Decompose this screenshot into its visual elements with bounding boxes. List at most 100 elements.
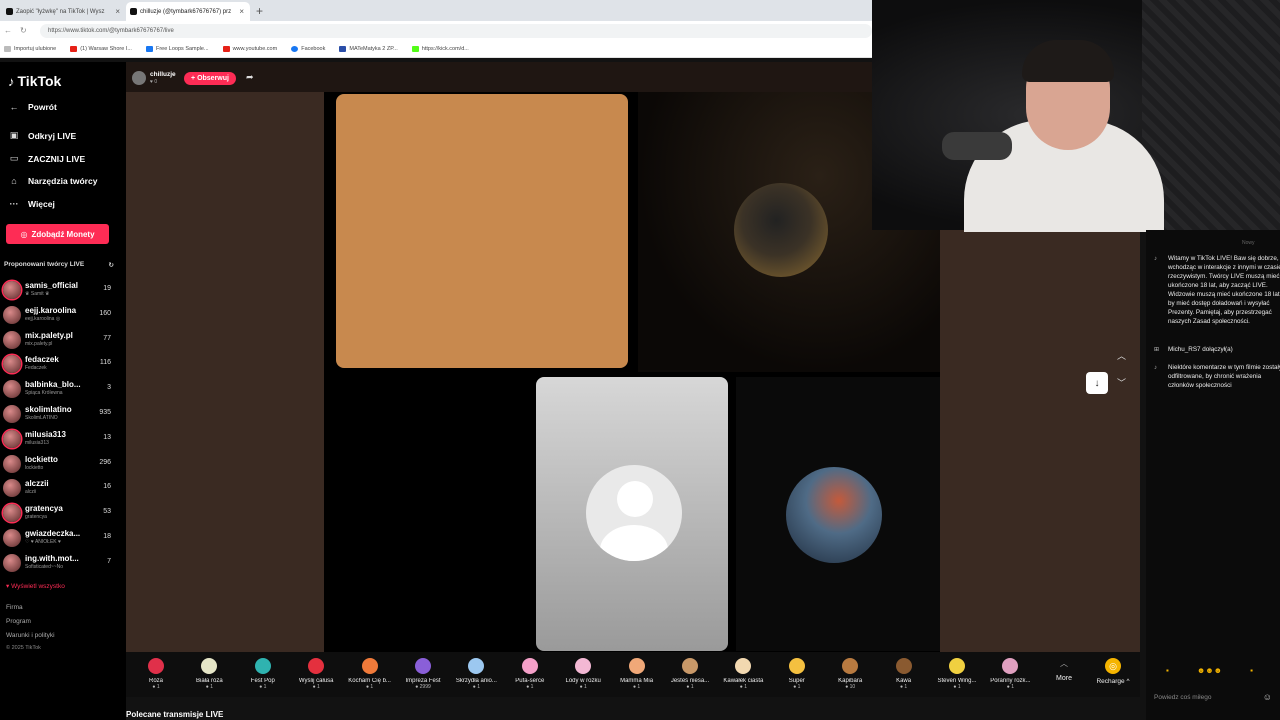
browser-tab-active[interactable]: chilluzje (@tymbark67676767) prz × (126, 2, 250, 21)
footer-program[interactable]: Program (6, 618, 31, 625)
stream-topbar: chilluzje ♥ 0 + Obserwuj ➦ (126, 62, 872, 92)
creator-nickname: Śpiąca Królewna (25, 390, 63, 397)
gift-item[interactable]: Kocham Cię b... ● 1 (345, 656, 395, 694)
bookmark[interactable]: Facebook (291, 45, 325, 52)
back-link[interactable]: ← Powrót (8, 102, 57, 112)
gift-item[interactable]: Kawałek ciasta ● 1 (718, 656, 768, 694)
gift-item[interactable]: Fest Pop ● 1 (238, 656, 288, 694)
gift-item[interactable]: Pufa-serce ● 1 (505, 656, 555, 694)
creator-item[interactable]: eejj.karoolina eejj.karoolina ◎ 160 (3, 304, 115, 326)
creator-item[interactable]: milusia313 milusia313 13 (3, 428, 115, 450)
avatar (3, 330, 21, 349)
bookmarks-bar: Importuj ulubione (1) Warsaw Shore I... … (0, 40, 872, 58)
gift-icon (895, 658, 912, 674)
bookmark[interactable]: https://kick.com/d... (411, 45, 469, 52)
gift-item[interactable]: Kawa ● 1 (879, 656, 929, 694)
bookmark[interactable]: (1) Warsaw Shore I... (70, 45, 132, 52)
creator-name: lockietto (25, 454, 58, 464)
gift-item[interactable]: Kapibara ● 10 (825, 656, 875, 694)
gift-item[interactable]: Jesteś niesa... ● 1 (665, 656, 715, 694)
avatar (3, 380, 21, 399)
get-coins-button[interactable]: ◎ Zdobądź Monety (6, 224, 109, 244)
tiktok-note-icon: ♪ (8, 73, 15, 89)
gift-item[interactable]: Super ● 1 (772, 656, 822, 694)
back-icon[interactable]: ← (4, 26, 12, 35)
chevron-up-icon[interactable]: ︿ (1117, 349, 1126, 362)
chevron-down-icon[interactable]: ﹀ (1117, 376, 1126, 389)
creator-item[interactable]: lockietto lockietto 296 (3, 453, 115, 475)
gift-icon (949, 658, 965, 674)
creator-nickname: milusia313 (25, 439, 49, 446)
refresh-icon[interactable]: ↻ (109, 261, 114, 269)
avatar (3, 454, 21, 473)
close-tab-icon[interactable]: × (239, 7, 244, 16)
gift-item[interactable]: Róża ● 1 (131, 656, 181, 694)
share-icon[interactable]: ➦ (246, 72, 254, 83)
gift-bar: Róża ● 1 Biała róża ● 1 Fest Pop ● 1 Wyślij ca… (126, 652, 1140, 697)
creator-item[interactable]: alczzii alczii 16 (3, 477, 115, 499)
guest-tile-orange[interactable] (336, 94, 628, 368)
bookmark[interactable]: MATeMatyka 2 ZP... (339, 45, 398, 52)
gift-item[interactable]: Wyślij całusa ● 1 (291, 656, 341, 694)
suggested-creators-title: Proponowani twórcy LIVE ↻ (4, 261, 114, 269)
creator-item[interactable]: gratencya gratencya 53 (3, 502, 115, 524)
close-tab-icon[interactable]: × (115, 7, 120, 16)
quick-gift-row[interactable]: ▪ ☻☻☻ ▪ (1166, 666, 1253, 675)
gift-item[interactable]: Impreza Fest ● 2999 (398, 656, 448, 694)
gift-item[interactable]: Skrzydła anio... ● 1 (451, 656, 501, 694)
gift-price: ● 1 (312, 684, 320, 690)
reload-icon[interactable]: ↻ (20, 26, 27, 35)
host-likes: ♥ 0 (150, 79, 158, 85)
creator-item[interactable]: ing.with.mot... Sofisticated~~No 7 (3, 552, 115, 574)
gift-item[interactable]: Poranny rozk... ● 1 (985, 656, 1035, 694)
browser-tab[interactable]: Zaopić "łyżwkę" na TikTok | Wysz × (2, 2, 126, 21)
guest-tile-placeholder[interactable] (536, 377, 728, 651)
nav-more[interactable]: ··· Więcej (8, 199, 55, 209)
browser-tabbar: Zaopić "łyżwkę" na TikTok | Wysz × chillu… (0, 0, 872, 21)
new-tab-icon[interactable]: + (256, 4, 263, 18)
gift-price: ● 1 (259, 684, 267, 690)
viewer-count: 3 (107, 384, 111, 392)
gift-item[interactable]: Lody w rożku ● 1 (558, 656, 608, 694)
url-field[interactable]: https://www.tiktok.com/@tymbark67676767/… (40, 23, 872, 38)
host-name[interactable]: chilluzje (150, 71, 176, 78)
gift-icon (575, 658, 592, 674)
footer-company[interactable]: Firma (6, 604, 23, 611)
avatar (3, 305, 21, 324)
viewer-count: 18 (103, 533, 111, 540)
creator-item[interactable]: fedaczek Fedaczek 116 (3, 353, 115, 375)
creator-item[interactable]: mix.palety.pl mix.palety.pl 77 (3, 329, 115, 351)
nav-creator-tools[interactable]: ⌂ Narzędzia twórcy (8, 176, 97, 186)
viewer-count: 53 (103, 508, 111, 516)
gift-icon (682, 658, 698, 674)
chat-header-note: Nowy (1242, 240, 1255, 246)
bookmark[interactable]: www.youtube.com (222, 45, 277, 52)
tiktok-logo[interactable]: ♪ TikTok (8, 73, 61, 89)
gift-item[interactable]: Steven Wing... ● 1 (932, 656, 982, 694)
host-avatar[interactable] (132, 71, 146, 85)
creator-item[interactable]: balbinka_blo... Śpiąca Królewna 3 (3, 378, 115, 400)
creator-item[interactable]: gwiazdeczka... ♡ ♥ ANIOŁEK ♥ 18 (3, 527, 115, 549)
gift-item[interactable]: Biała róża ● 1 (184, 656, 234, 694)
chat-input[interactable]: Powiedz coś miłego ☺ (1154, 690, 1272, 704)
more-gifts-button[interactable]: ︿ More (1046, 658, 1082, 682)
viewer-count: 116 (99, 359, 111, 367)
follow-button[interactable]: + Obserwuj (184, 72, 236, 85)
creator-item[interactable]: samis_official ♛ Samit ♛ 19 (3, 279, 115, 301)
gift-item[interactable]: Mamma Mia ● 1 (612, 656, 662, 694)
gift-icon (735, 658, 752, 674)
recharge-button[interactable]: ◎ Recharge ^ (1088, 658, 1138, 685)
see-all-link[interactable]: ▾ Wyświetl wszystko (6, 582, 65, 590)
streamer-figure (942, 40, 1174, 232)
gift-icon (254, 658, 271, 674)
avatar (3, 529, 21, 547)
bookmark[interactable]: Free Loops Sample... (145, 45, 209, 52)
bookmark[interactable]: Importuj ulubione (4, 45, 56, 52)
nav-start-live[interactable]: ▭ ZACZNIJ LIVE (8, 153, 85, 164)
footer-terms[interactable]: Warunki i polityki (6, 632, 55, 639)
creator-item[interactable]: skolimlatino SkolimLATINO 935 (3, 403, 115, 425)
download-button[interactable]: ↓ (1086, 372, 1108, 394)
gift-price: ● 1 (579, 684, 587, 690)
gift-icon (415, 658, 431, 674)
nav-discover-live[interactable]: ▣ Odkryj LIVE (8, 130, 76, 141)
